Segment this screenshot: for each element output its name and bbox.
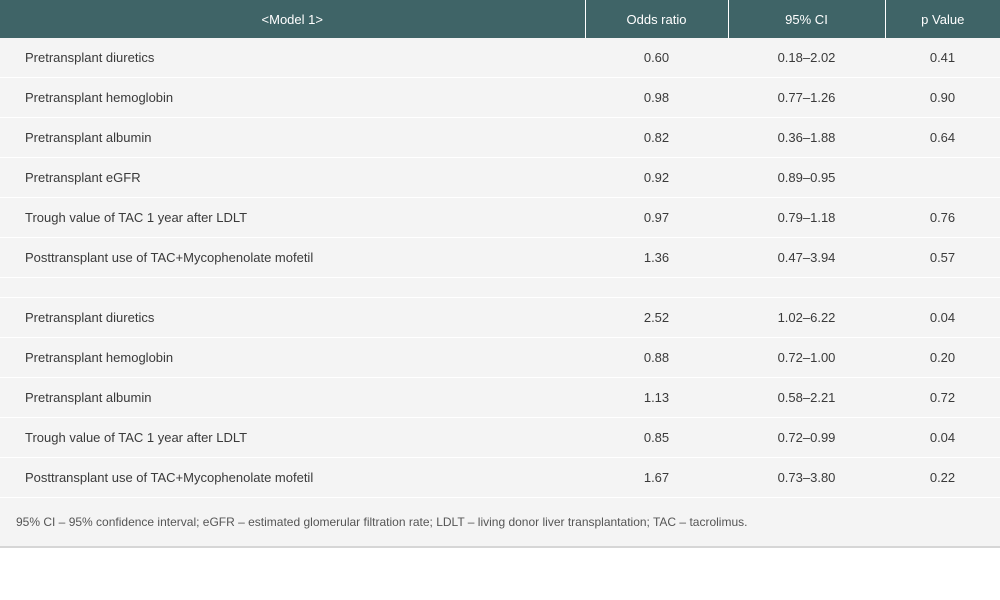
spacer-cell — [885, 277, 1000, 298]
row-label: Posttransplant use of TAC+Mycophenolate … — [0, 237, 585, 278]
header-row: <Model 1> Odds ratio 95% CI p Value — [0, 0, 1000, 38]
row-label: Pretransplant albumin — [0, 117, 585, 158]
odds-ratio-cell: 0.97 — [585, 197, 728, 238]
spacer-cell — [728, 277, 885, 298]
table-row: Trough value of TAC 1 year after LDLT 0.… — [0, 417, 1000, 458]
ci-cell: 0.79–1.18 — [728, 197, 885, 238]
table-row: Posttransplant use of TAC+Mycophenolate … — [0, 237, 1000, 278]
table-row: Posttransplant use of TAC+Mycophenolate … — [0, 457, 1000, 498]
table-row: Pretransplant hemoglobin 0.88 0.72–1.00 … — [0, 337, 1000, 378]
table-row: Pretransplant albumin 1.13 0.58–2.21 0.7… — [0, 377, 1000, 418]
p-value-cell: 0.41 — [885, 38, 1000, 78]
odds-ratio-table: <Model 1> Odds ratio 95% CI p Value Pret… — [0, 0, 1000, 498]
row-label: Trough value of TAC 1 year after LDLT — [0, 197, 585, 238]
row-label: Pretransplant albumin — [0, 377, 585, 418]
p-value-cell: 0.20 — [885, 337, 1000, 378]
row-label: Posttransplant use of TAC+Mycophenolate … — [0, 457, 585, 498]
table-row: Pretransplant diuretics 0.60 0.18–2.02 0… — [0, 38, 1000, 78]
p-value-cell: 0.76 — [885, 197, 1000, 238]
odds-ratio-cell: 0.88 — [585, 337, 728, 378]
odds-ratio-cell: 0.85 — [585, 417, 728, 458]
header-p-value: p Value — [885, 0, 1000, 38]
header-model: <Model 1> — [0, 0, 586, 38]
row-label: Pretransplant diuretics — [0, 38, 585, 78]
table-row: Pretransplant hemoglobin 0.98 0.77–1.26 … — [0, 77, 1000, 118]
p-value-cell: 0.90 — [885, 77, 1000, 118]
spacer-cell — [0, 277, 585, 298]
row-label: Pretransplant eGFR — [0, 157, 585, 198]
header-95-ci: 95% CI — [728, 0, 886, 38]
ci-cell: 0.36–1.88 — [728, 117, 885, 158]
header-odds-ratio: Odds ratio — [585, 0, 729, 38]
ci-cell: 0.73–3.80 — [728, 457, 885, 498]
ci-cell: 0.89–0.95 — [728, 157, 885, 198]
ci-cell: 0.58–2.21 — [728, 377, 885, 418]
table-footnote: 95% CI – 95% confidence interval; eGFR –… — [0, 498, 1000, 548]
spacer-cell — [585, 277, 728, 298]
row-label: Pretransplant diuretics — [0, 297, 585, 338]
odds-ratio-cell: 0.60 — [585, 38, 728, 78]
table-row: Pretransplant eGFR 0.92 0.89–0.95 — [0, 157, 1000, 198]
ci-cell: 0.47–3.94 — [728, 237, 885, 278]
p-value-cell: 0.04 — [885, 417, 1000, 458]
ci-cell: 0.18–2.02 — [728, 38, 885, 78]
ci-cell: 0.72–1.00 — [728, 337, 885, 378]
row-label: Trough value of TAC 1 year after LDLT — [0, 417, 585, 458]
p-value-cell: 0.22 — [885, 457, 1000, 498]
table-row: Pretransplant diuretics 2.52 1.02–6.22 0… — [0, 297, 1000, 338]
row-label: Pretransplant hemoglobin — [0, 337, 585, 378]
ci-cell: 0.72–0.99 — [728, 417, 885, 458]
p-value-cell: 0.72 — [885, 377, 1000, 418]
odds-ratio-table-container: <Model 1> Odds ratio 95% CI p Value Pret… — [0, 0, 1000, 548]
row-label: Pretransplant hemoglobin — [0, 77, 585, 118]
odds-ratio-cell: 1.36 — [585, 237, 728, 278]
odds-ratio-cell: 0.82 — [585, 117, 728, 158]
p-value-cell — [885, 157, 1000, 198]
ci-cell: 1.02–6.22 — [728, 297, 885, 338]
odds-ratio-cell: 1.67 — [585, 457, 728, 498]
odds-ratio-cell: 1.13 — [585, 377, 728, 418]
table-row: Pretransplant albumin 0.82 0.36–1.88 0.6… — [0, 117, 1000, 158]
table-body: Pretransplant diuretics 0.60 0.18–2.02 0… — [0, 38, 1000, 498]
p-value-cell: 0.04 — [885, 297, 1000, 338]
odds-ratio-cell: 2.52 — [585, 297, 728, 338]
section-spacer-row — [0, 277, 1000, 298]
table-row: Trough value of TAC 1 year after LDLT 0.… — [0, 197, 1000, 238]
p-value-cell: 0.57 — [885, 237, 1000, 278]
p-value-cell: 0.64 — [885, 117, 1000, 158]
ci-cell: 0.77–1.26 — [728, 77, 885, 118]
odds-ratio-cell: 0.92 — [585, 157, 728, 198]
table-header: <Model 1> Odds ratio 95% CI p Value — [0, 0, 1000, 38]
odds-ratio-cell: 0.98 — [585, 77, 728, 118]
